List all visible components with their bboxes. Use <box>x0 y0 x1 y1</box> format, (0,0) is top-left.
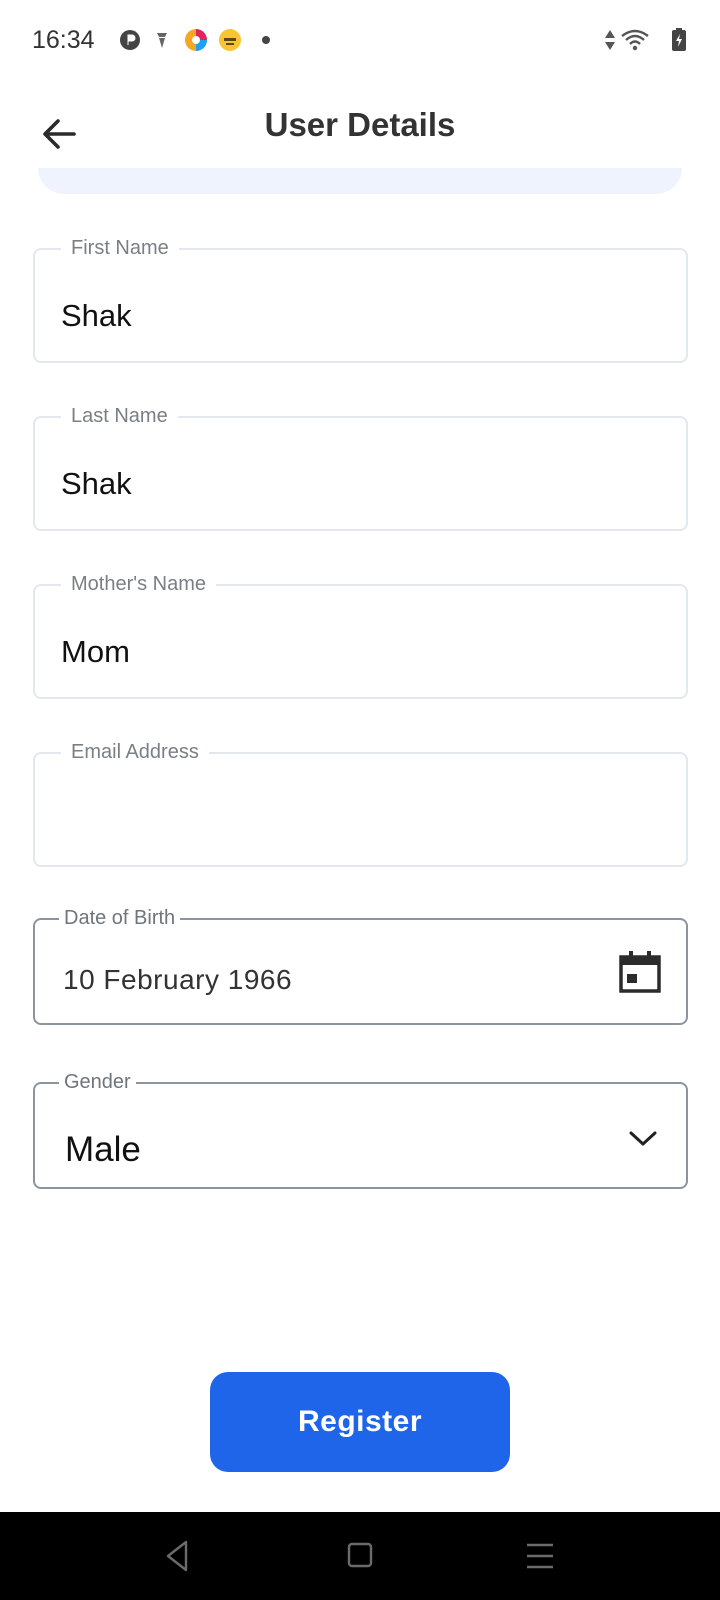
data-arrows-icon <box>605 30 615 50</box>
p-circle-icon <box>120 30 140 50</box>
mother-name-field[interactable]: Mother's Name Mom <box>33 571 688 699</box>
home-square-icon[interactable] <box>340 1538 380 1574</box>
scrolled-banner <box>38 168 682 194</box>
system-nav-bar <box>0 1512 720 1600</box>
status-bar: 16:34 <box>0 0 720 80</box>
app-header: User Details <box>0 80 720 180</box>
mother-name-value[interactable]: Mom <box>61 634 130 670</box>
gender-label: Gender <box>59 1069 136 1095</box>
vpn-shield-icon <box>157 33 167 48</box>
register-button[interactable]: Register <box>210 1372 510 1472</box>
menu-lines-icon[interactable] <box>520 1538 560 1574</box>
wifi-icon <box>621 29 649 51</box>
mother-name-label: Mother's Name <box>61 571 216 597</box>
date-of-birth-field[interactable]: Date of Birth 10 February 1966 <box>33 905 688 1025</box>
chevron-down-icon[interactable] <box>628 1126 658 1150</box>
gender-select[interactable]: Gender Male <box>33 1069 688 1189</box>
last-name-field[interactable]: Last Name Shak <box>33 403 688 531</box>
dob-label: Date of Birth <box>59 905 181 931</box>
notification-dot-icon <box>262 36 270 44</box>
calendar-icon[interactable] <box>618 950 662 994</box>
gender-value[interactable]: Male <box>65 1130 141 1170</box>
dob-value[interactable]: 10 February 1966 <box>63 964 292 996</box>
back-triangle-icon[interactable] <box>158 1538 198 1574</box>
first-name-field[interactable]: First Name Shak <box>33 235 688 363</box>
emoji-app-icon <box>219 29 241 51</box>
first-name-value[interactable]: Shak <box>61 298 132 334</box>
email-label: Email Address <box>61 739 209 765</box>
first-name-label: First Name <box>61 235 179 261</box>
page-title: User Details <box>264 106 456 143</box>
email-field[interactable]: Email Address <box>33 739 688 867</box>
last-name-label: Last Name <box>61 403 178 429</box>
last-name-value[interactable]: Shak <box>61 466 132 502</box>
colorful-app-icon <box>185 29 207 51</box>
battery-charging-icon <box>672 28 686 51</box>
status-time: 16:34 <box>32 26 95 54</box>
